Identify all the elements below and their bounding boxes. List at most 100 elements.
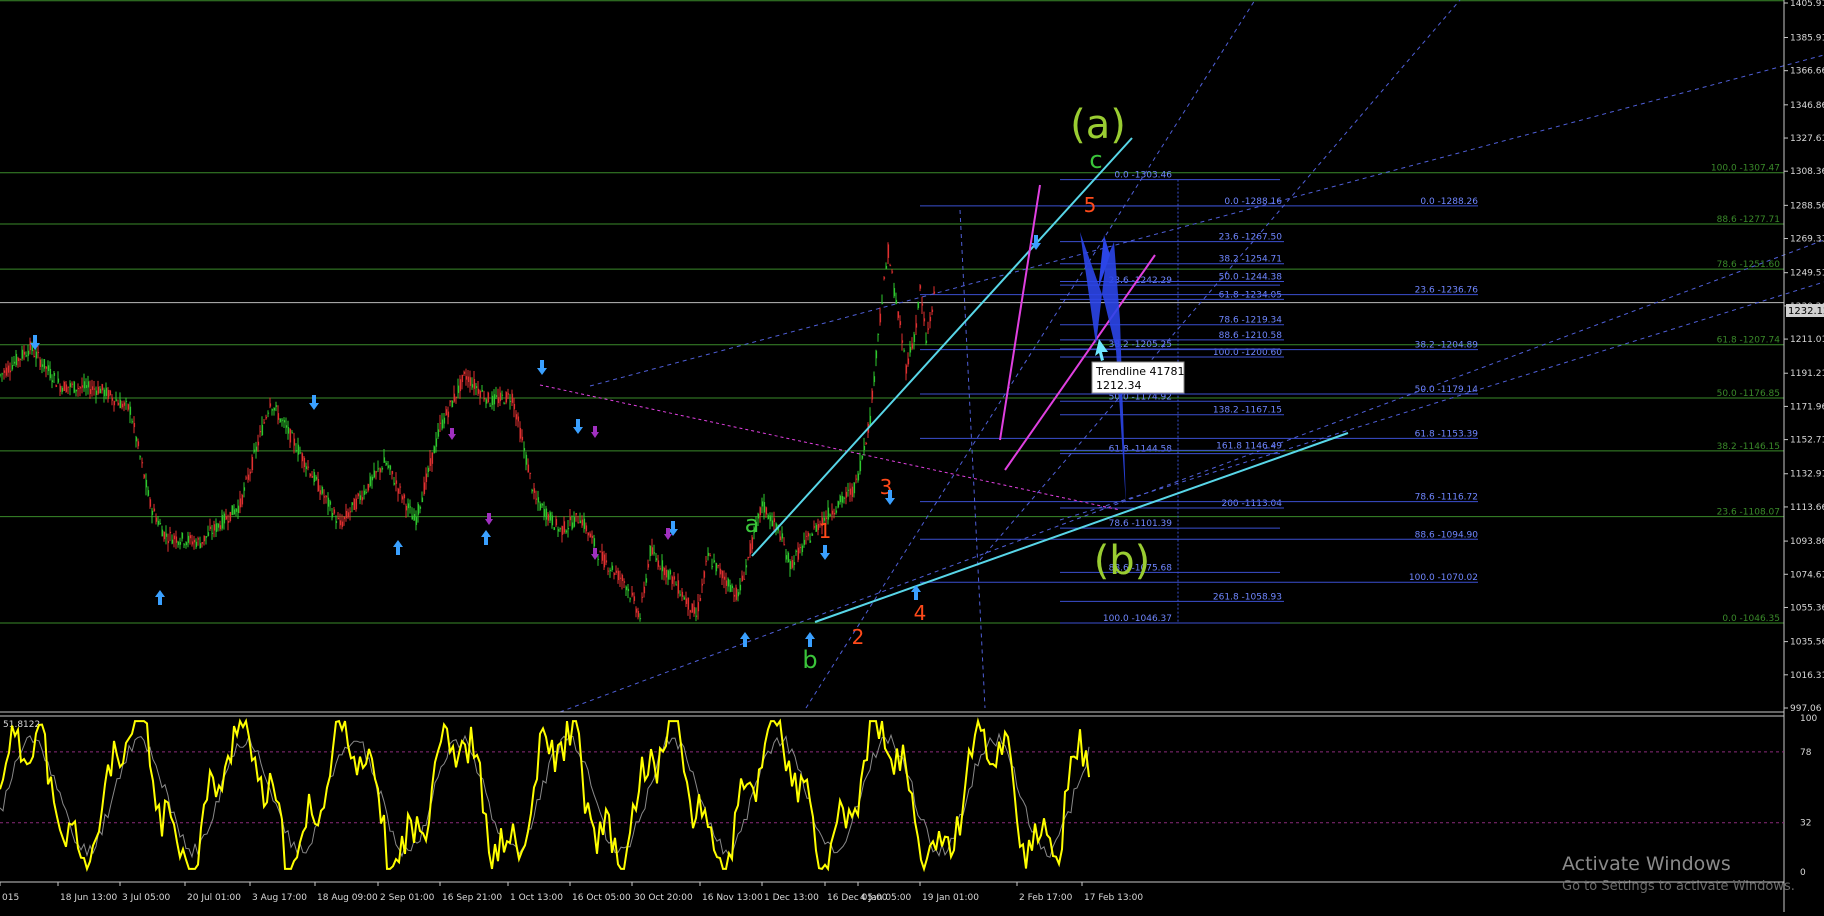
fib-green-label: 23.6 -1108.07 [1717, 508, 1780, 518]
candle-body [673, 576, 676, 580]
candle-body [891, 271, 894, 273]
candle-body [923, 318, 926, 322]
candle-body [619, 577, 622, 579]
candle-body [381, 467, 384, 470]
candle-body [481, 390, 484, 392]
fib-blue-3-label: 88.6 -1094.90 [1415, 530, 1479, 540]
candle-body [925, 340, 928, 344]
candle-body [231, 505, 234, 516]
candle-body [541, 503, 544, 506]
fib-blue-3-label: 100.0 -1070.02 [1409, 573, 1478, 583]
candle-body [815, 524, 818, 532]
candle-body [771, 520, 774, 527]
candle-body [95, 390, 98, 395]
candle-body [515, 414, 518, 420]
candle-body [303, 457, 306, 467]
candle-body [697, 602, 700, 612]
candle-body [423, 482, 426, 494]
candle-body [809, 540, 812, 543]
fib-blue-2-label: 38.2 -1254.71 [1219, 255, 1282, 265]
fib-blue-1-label: 78.6 -1101.39 [1109, 519, 1173, 529]
candle-body [217, 523, 220, 528]
candle-body [637, 611, 640, 618]
candle-body [899, 321, 902, 326]
time-tick-label: 3 Jul 05:00 [122, 893, 171, 903]
stochastic-tick: 78 [1800, 748, 1812, 758]
candle-body [407, 503, 410, 509]
candle-body [169, 531, 172, 534]
activate-windows-title: Activate Windows [1562, 853, 1731, 875]
candle-body [219, 525, 222, 530]
price-tick-label: 1093.86 [1790, 537, 1824, 547]
fib-green-label: 88.6 -1277.71 [1717, 215, 1780, 225]
candle-body [555, 518, 558, 526]
price-tick-label: 1385.91 [1790, 33, 1824, 43]
candle-body [279, 418, 282, 422]
candle-body [747, 556, 750, 558]
candle-body [139, 456, 142, 458]
candle-body [311, 476, 314, 478]
candle-body [617, 570, 620, 581]
candle-body [135, 437, 138, 442]
candle-body [811, 533, 814, 536]
candle-body [429, 458, 432, 466]
candle-body [161, 529, 164, 537]
candle-body [477, 388, 480, 394]
candle-body [453, 393, 456, 402]
candle-body [489, 405, 492, 407]
candle-body [295, 449, 298, 452]
candle-body [643, 586, 646, 594]
candle-body [241, 494, 244, 505]
candle-body [89, 389, 92, 395]
candle-body [221, 515, 224, 529]
candle-body [41, 364, 44, 367]
candle-body [409, 506, 412, 508]
candle-body [837, 501, 840, 508]
candle-body [563, 521, 566, 533]
candle-body [791, 560, 794, 568]
candle-body [119, 399, 122, 409]
price-chart[interactable]: 138.2 -1407.20 100.0 -1307.47 88.6 -1277.7… [0, 0, 1824, 912]
candle-body [65, 384, 68, 392]
candle-body [463, 371, 466, 374]
fib-blue-2-label: 88.6 -1210.58 [1219, 331, 1283, 341]
candle-body [629, 598, 632, 600]
candle-body [325, 495, 328, 498]
candle-body [605, 560, 608, 563]
candle-body [149, 499, 152, 507]
candle-body [273, 407, 276, 411]
candle-body [693, 607, 696, 614]
candle-body [417, 504, 420, 515]
candle-body [265, 416, 268, 419]
candle-body [841, 496, 844, 503]
candle-body [871, 390, 874, 400]
candle-body [281, 419, 284, 421]
candle-body [83, 381, 86, 389]
candle-body [659, 568, 662, 570]
candle-body [549, 512, 552, 521]
candle-body [743, 578, 746, 580]
candle-body [175, 536, 178, 543]
candle-body [319, 490, 322, 495]
candle-body [77, 388, 80, 390]
time-tick-label: 2 Sep 01:00 [380, 893, 435, 903]
candle-body [803, 539, 806, 545]
wave-label-9: 5 [1084, 193, 1097, 217]
candle-body [905, 365, 908, 374]
candle-body [23, 351, 26, 355]
candle-body [181, 532, 184, 539]
candle-body [205, 536, 208, 538]
candle-body [403, 494, 406, 499]
candle-body [75, 389, 78, 392]
chart-background [0, 0, 1824, 912]
candle-body [233, 509, 236, 515]
candle-body [275, 405, 278, 407]
price-tick-label: 997.06 [1790, 704, 1822, 714]
candle-body [211, 532, 214, 534]
candle-body [667, 570, 670, 580]
candle-body [117, 402, 120, 406]
candle-body [455, 396, 458, 398]
tooltip-title: Trendline 41781 [1095, 365, 1184, 378]
candle-body [277, 413, 280, 420]
candle-body [199, 543, 202, 549]
